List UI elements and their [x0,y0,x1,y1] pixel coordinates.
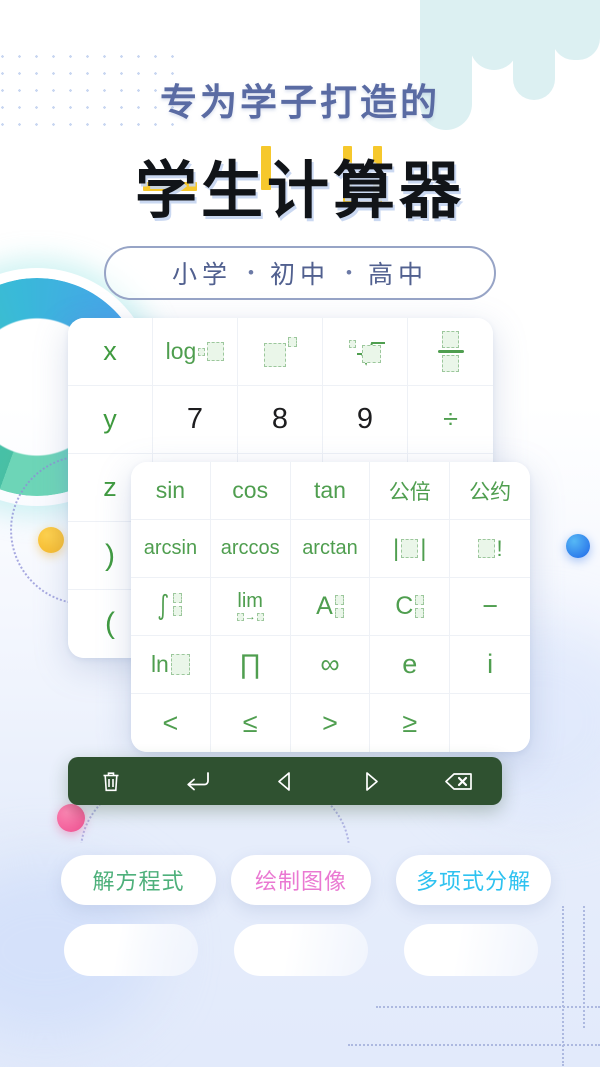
key-greater-than[interactable]: > [290,694,371,752]
header-subtitle: 专为学子打造的 [160,82,440,123]
placeholder-box [263,342,286,367]
key-less-equal[interactable]: ≤ [210,694,291,752]
key-arctan[interactable]: arctan [290,520,371,578]
placeholder-box [207,342,225,361]
enter-icon[interactable] [176,764,220,798]
grade-separator-1: • [248,263,254,282]
key-7[interactable]: 7 [153,386,238,454]
fraction-bar [437,350,464,353]
grade-item-high: 高中 [367,261,428,289]
grade-item-middle: 初中 [269,261,330,289]
placeholder-box [415,608,425,618]
drip-shape-2 [470,0,518,70]
key-variable-y[interactable]: y [68,386,153,454]
placeholder-box [442,355,459,372]
placeholder-box [401,539,419,558]
key-subtract[interactable]: − [450,578,530,636]
placeholder-box [170,654,190,675]
pill-solve-equation[interactable]: 解方程式 [61,855,216,905]
decorative-dot-blue [566,534,590,558]
key-infinity[interactable]: ∞ [290,636,371,694]
ghost-pill-2 [234,924,368,976]
dotted-line-horizontal-2 [348,1044,600,1046]
ghost-pill-3 [404,924,538,976]
page-title: 学生计算器 [135,140,465,230]
placeholder-box [362,344,381,363]
placeholder-box [236,613,244,621]
key-fraction[interactable] [408,318,493,386]
placeholder-box [477,539,495,558]
pill-plot-graph[interactable]: 绘制图像 [231,855,371,905]
arrow-right-icon[interactable] [350,764,394,798]
grade-item-primary: 小学 [172,261,233,289]
pill-polynomial-factor[interactable]: 多项式分解 [396,855,551,905]
key-greater-equal[interactable]: ≥ [370,694,451,752]
dotted-line-vertical-1 [562,906,564,1066]
key-integral[interactable] [131,578,211,636]
placeholder-box [173,592,183,603]
grade-separator-2: • [346,263,352,282]
key-nth-root[interactable] [323,318,408,386]
placeholder-box [415,595,425,605]
key-euler-e[interactable]: e [370,636,451,694]
backspace-icon[interactable] [437,764,481,798]
key-natural-log[interactable]: ln [131,636,211,694]
decorative-dot-orange [38,527,64,553]
key-arcsin[interactable]: arcsin [131,520,211,578]
key-combination[interactable]: C [370,578,451,636]
key-imaginary-i[interactable]: i [450,636,530,694]
key-blank[interactable] [450,694,530,752]
drip-shape-4 [552,0,600,60]
function-keypad-grid: sin cos tan 公倍 公约 arcsin arccos arctan |… [131,462,530,752]
key-tan[interactable]: tan [290,462,371,520]
key-permutation[interactable]: A [290,578,371,636]
integral-icon [158,593,169,620]
placeholder-box [173,605,183,616]
page-title-wrap: 学生计算器 [0,140,600,230]
placeholder-box [198,347,206,356]
key-9[interactable]: 9 [323,386,408,454]
key-gcd[interactable]: 公约 [450,462,530,520]
keypad-toolbar [68,757,502,805]
key-logarithm[interactable]: log [153,318,238,386]
key-cos[interactable]: cos [210,462,291,520]
placeholder-box [442,331,459,348]
placeholder-box [256,613,264,621]
placeholder-box [349,339,356,348]
key-divide[interactable]: ÷ [408,386,493,454]
key-lcm[interactable]: 公倍 [370,462,451,520]
placeholder-box [287,336,297,347]
grade-level-pill: 小学 • 初中 • 高中 [104,246,496,300]
arrow-left-icon[interactable] [263,764,307,798]
dotted-line-vertical-2 [583,906,585,1028]
decorative-dot-pink [57,804,85,832]
key-factorial[interactable]: ! [450,520,530,578]
placeholder-box [334,608,344,618]
page-title-text: 学生计算器 [134,157,465,226]
ghost-pill-1 [64,924,198,976]
key-absolute-value[interactable]: | | [370,520,451,578]
key-sin[interactable]: sin [131,462,211,520]
key-arccos[interactable]: arccos [210,520,291,578]
dotted-line-horizontal-1 [376,1006,600,1008]
key-8[interactable]: 8 [238,386,323,454]
key-power[interactable] [238,318,323,386]
key-product[interactable]: ∏ [210,636,291,694]
placeholder-box [334,595,344,605]
function-keypad-panel: sin cos tan 公倍 公约 arcsin arccos arctan |… [131,462,530,752]
trash-icon[interactable] [89,764,133,798]
key-less-than[interactable]: < [131,694,211,752]
key-variable-x[interactable]: x [68,318,153,386]
key-limit[interactable]: lim → [210,578,291,636]
